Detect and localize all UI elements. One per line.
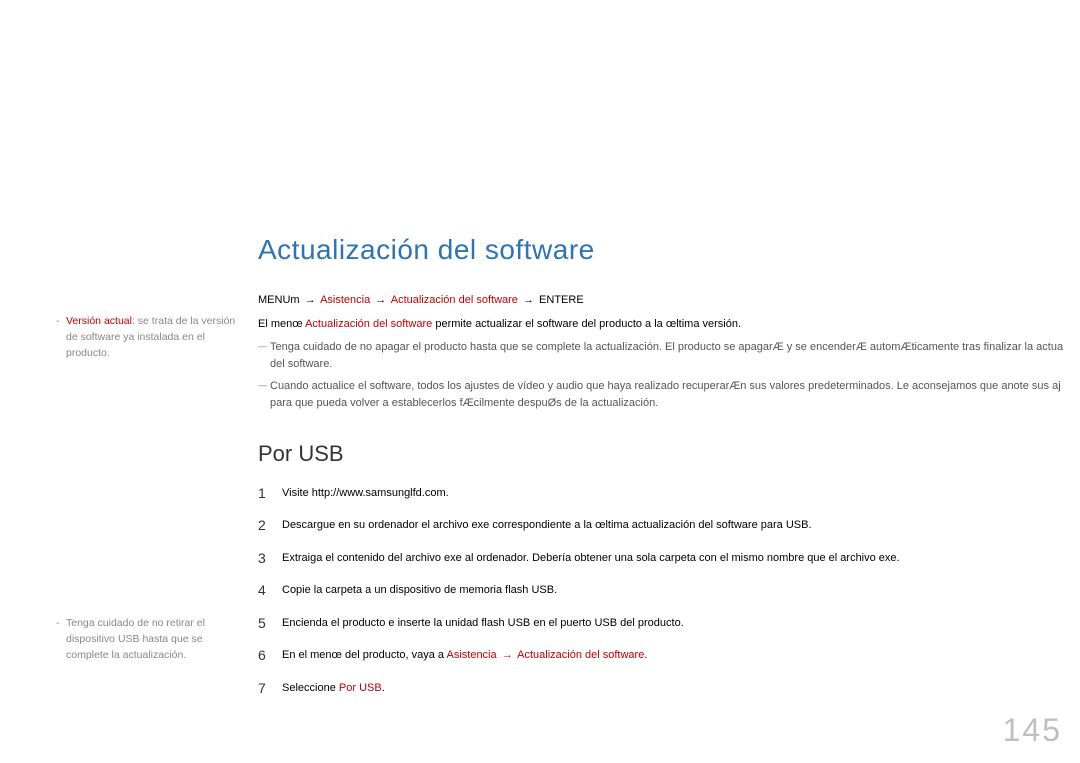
document-page: Versión actual: se trata de la versión d… bbox=[0, 0, 1080, 763]
note-warning-power: Tenga cuidado de no apagar el producto h… bbox=[258, 339, 1080, 374]
arrow-icon: → bbox=[375, 294, 386, 306]
step-item: Visite http://www.samsunglfd.com. bbox=[258, 485, 1080, 502]
note-text-cont: para que pueda volver a establecerlos fÆ… bbox=[270, 395, 1080, 413]
description-line: El menœ Actualización del software permi… bbox=[258, 316, 1080, 333]
side-note-version: Versión actual: se trata de la versión d… bbox=[56, 314, 236, 361]
main-content: Actualización del software MENUm → Asist… bbox=[258, 234, 1080, 712]
step-item: Encienda el producto e inserte la unidad… bbox=[258, 615, 1080, 632]
side-note-text: Tenga cuidado de no retirar el dispositi… bbox=[66, 617, 205, 661]
step-red: Asistencia bbox=[446, 649, 496, 661]
step-red: Por USB bbox=[339, 682, 382, 694]
step-item: En el menœ del producto, vaya a Asistenc… bbox=[258, 647, 1080, 664]
step-text: Visite http://www.samsunglfd.com. bbox=[282, 487, 449, 499]
note-warning-settings: Cuando actualice el software, todos los … bbox=[258, 378, 1080, 413]
step-text: Extraiga el contenido del archivo exe al… bbox=[282, 552, 900, 564]
desc-suffix: permite actualizar el software del produ… bbox=[435, 318, 741, 330]
page-title: Actualización del software bbox=[258, 234, 1080, 266]
page-number: 145 bbox=[1003, 712, 1062, 749]
step-item: Extraiga el contenido del archivo exe al… bbox=[258, 550, 1080, 567]
section-heading-usb: Por USB bbox=[258, 441, 1080, 467]
step-text: Encienda el producto e inserte la unidad… bbox=[282, 617, 684, 629]
note-text: Cuando actualice el software, todos los … bbox=[270, 380, 1061, 392]
step-item: Seleccione Por USB. bbox=[258, 680, 1080, 697]
steps-list: Visite http://www.samsunglfd.com. Descar… bbox=[258, 485, 1080, 697]
note-text-cont: del software. bbox=[270, 356, 1080, 374]
step-item: Descargue en su ordenador el archivo exe… bbox=[258, 517, 1080, 534]
step-item: Copie la carpeta a un dispositivo de mem… bbox=[258, 582, 1080, 599]
desc-red: Actualización del software bbox=[305, 318, 432, 330]
breadcrumb-asistencia: Asistencia bbox=[320, 294, 370, 306]
step-text: Descargue en su ordenador el archivo exe… bbox=[282, 519, 812, 531]
step-prefix: Seleccione bbox=[282, 682, 336, 694]
arrow-icon: → bbox=[523, 294, 534, 306]
step-prefix: En el menœ del producto, vaya a bbox=[282, 649, 444, 661]
arrow-icon: → bbox=[502, 649, 513, 661]
step-suffix: . bbox=[382, 682, 385, 694]
breadcrumb-enter: ENTERE bbox=[539, 294, 584, 306]
step-text: Copie la carpeta a un dispositivo de mem… bbox=[282, 584, 557, 596]
breadcrumb-path: MENUm → Asistencia → Actualización del s… bbox=[258, 294, 1080, 306]
step-suffix: . bbox=[644, 649, 647, 661]
step-red: Actualización del software bbox=[517, 649, 644, 661]
arrow-icon: → bbox=[305, 294, 316, 306]
breadcrumb-menu: MENUm bbox=[258, 294, 300, 306]
breadcrumb-actualizacion: Actualización del software bbox=[391, 294, 518, 306]
side-note-red: Versión actual bbox=[66, 315, 132, 327]
note-text: Tenga cuidado de no apagar el producto h… bbox=[270, 341, 1063, 353]
side-note-usb-warning: Tenga cuidado de no retirar el dispositi… bbox=[56, 616, 236, 663]
desc-prefix: El menœ bbox=[258, 318, 303, 330]
